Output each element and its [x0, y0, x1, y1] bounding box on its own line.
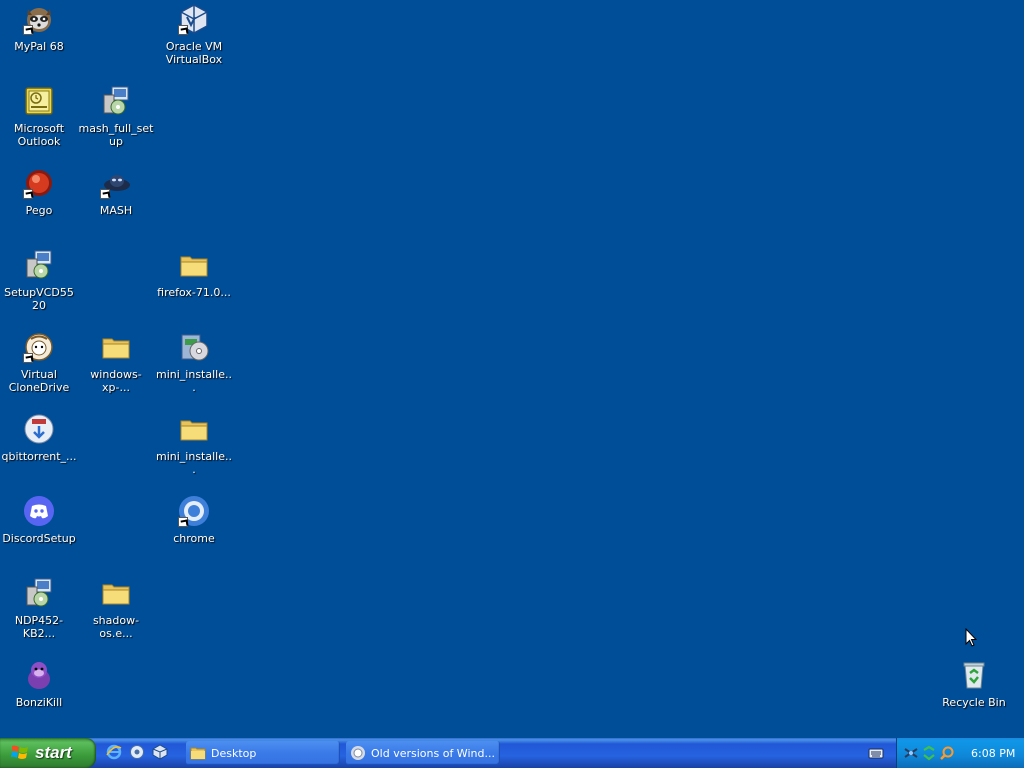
- icon-label: SetupVCD5520: [4, 286, 74, 312]
- start-label: start: [35, 743, 72, 762]
- shortcut-arrow-icon: [178, 25, 188, 35]
- qbittorrent-icon: [23, 413, 55, 445]
- recycle-bin-icon: [958, 659, 990, 691]
- virtualbox-icon: [178, 3, 210, 35]
- desktop[interactable]: MyPal 68 Oracle VM VirtualBox Microsoft …: [0, 0, 1024, 738]
- desktop-icon-qbittorrent[interactable]: qbittorrent_...: [0, 413, 78, 463]
- shortcut-arrow-icon: [23, 353, 33, 363]
- mash-icon: [100, 167, 132, 199]
- bonzi-gorilla-icon: [23, 659, 55, 691]
- desktop-icon-mini-installer-folder[interactable]: mini_installe...: [155, 413, 233, 476]
- mypal-icon: [23, 3, 55, 35]
- shortcut-arrow-icon: [178, 517, 188, 527]
- icon-label: chrome: [173, 532, 215, 545]
- mouse-pointer-icon: [965, 628, 977, 647]
- chrome-icon: [178, 495, 210, 527]
- taskbar-button-browser[interactable]: Old versions of Wind...: [346, 741, 500, 765]
- network-icon[interactable]: [903, 745, 919, 761]
- desktop-icon-outlook[interactable]: Microsoft Outlook: [0, 85, 78, 148]
- discord-icon: [23, 495, 55, 527]
- chrome-icon: [351, 746, 365, 760]
- desktop-icon-recycle-bin[interactable]: Recycle Bin: [935, 659, 1013, 709]
- clonedrive-sheep-icon: [23, 331, 55, 363]
- icon-label: Pego: [25, 204, 53, 217]
- shortcut-arrow-icon: [23, 25, 33, 35]
- folder-icon: [178, 413, 210, 445]
- folder-icon: [100, 577, 132, 609]
- setup-installer-icon: [23, 577, 55, 609]
- icon-label: Oracle VM VirtualBox: [165, 40, 223, 66]
- taskbar-button-desktop[interactable]: Desktop: [186, 741, 340, 765]
- pego-icon: [23, 167, 55, 199]
- shortcut-arrow-icon: [100, 189, 110, 199]
- icon-label: Recycle Bin: [942, 696, 1006, 709]
- desktop-icon-mash[interactable]: MASH: [77, 167, 155, 217]
- shortcut-arrow-icon: [23, 189, 33, 199]
- desktop-icon-windows-xp-folder[interactable]: windows-xp-...: [77, 331, 155, 394]
- desktop-icon-shadow-os-folder[interactable]: shadow-os.e...: [77, 577, 155, 640]
- desktop-icon-virtual-clonedrive[interactable]: Virtual CloneDrive: [0, 331, 78, 394]
- start-button[interactable]: start: [0, 738, 96, 768]
- icon-label: NDP452-KB2...: [14, 614, 64, 640]
- desktop-icon-firefox-folder[interactable]: firefox-71.0...: [155, 249, 233, 299]
- windows-logo-icon: [11, 745, 28, 759]
- icon-label: shadow-os.e...: [92, 614, 140, 640]
- setup-installer-icon: [23, 249, 55, 281]
- desktop-icon-mini-installer[interactable]: mini_installe...: [155, 331, 233, 394]
- desktop-icon-discord-setup[interactable]: DiscordSetup: [0, 495, 78, 545]
- setup-installer-icon: [100, 85, 132, 117]
- icon-label: DiscordSetup: [2, 532, 76, 545]
- internet-explorer-icon[interactable]: [104, 742, 124, 762]
- task-label: Desktop: [211, 746, 257, 760]
- desktop-icon-ndp452[interactable]: NDP452-KB2...: [0, 577, 78, 640]
- icon-label: MASH: [99, 204, 133, 217]
- settings-icon[interactable]: [127, 742, 147, 762]
- desktop-icon-pego[interactable]: Pego: [0, 167, 78, 217]
- desktop-icon-virtualbox[interactable]: Oracle VM VirtualBox: [155, 3, 233, 66]
- search-icon[interactable]: [939, 745, 955, 761]
- installer-disc-icon: [178, 331, 210, 363]
- icon-label: firefox-71.0...: [157, 286, 231, 299]
- desktop-icon-setupvcd[interactable]: SetupVCD5520: [0, 249, 78, 312]
- icon-label: BonziKill: [15, 696, 63, 709]
- taskbar: start Desktop Old versions of Wind... 6:…: [0, 738, 1024, 768]
- quick-launch: [104, 742, 170, 764]
- icon-label: mini_installe...: [156, 450, 232, 476]
- system-tray: 6:08 PM: [896, 738, 1024, 768]
- desktop-icon-mash-full-setup[interactable]: mash_full_setup: [77, 85, 155, 148]
- folder-icon: [190, 747, 206, 760]
- desktop-icon-chrome[interactable]: chrome: [155, 495, 233, 545]
- icon-label: Virtual CloneDrive: [8, 368, 70, 394]
- icon-label: Microsoft Outlook: [13, 122, 65, 148]
- icon-label: mini_installe...: [156, 368, 232, 394]
- icon-label: mash_full_setup: [78, 122, 154, 148]
- outlook-icon: [23, 85, 55, 117]
- desktop-icon-bonzikill[interactable]: BonziKill: [0, 659, 78, 709]
- keyboard-icon[interactable]: [868, 745, 884, 761]
- icon-label: windows-xp-...: [90, 368, 142, 394]
- folder-icon: [178, 249, 210, 281]
- desktop-icon-mypal[interactable]: MyPal 68: [0, 3, 78, 53]
- clock[interactable]: 6:08 PM: [971, 747, 1015, 760]
- folder-icon: [100, 331, 132, 363]
- recycle-sync-icon[interactable]: [921, 745, 937, 761]
- icon-label: MyPal 68: [14, 40, 64, 53]
- virtualbox-icon[interactable]: [150, 742, 170, 762]
- icon-label: qbittorrent_...: [1, 450, 77, 463]
- task-label: Old versions of Wind...: [371, 746, 495, 760]
